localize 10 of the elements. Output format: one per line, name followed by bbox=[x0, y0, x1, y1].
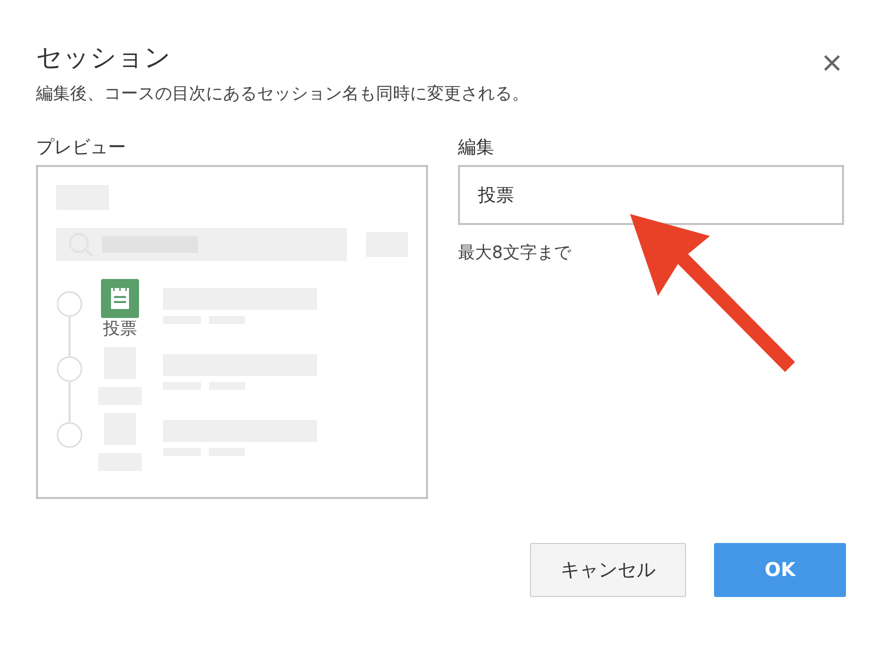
session-label: 投票 bbox=[103, 318, 137, 340]
notepad-icon bbox=[101, 279, 139, 318]
dialog-title: セッション bbox=[36, 42, 172, 75]
cancel-button[interactable]: キャンセル bbox=[530, 543, 686, 597]
close-icon[interactable] bbox=[823, 54, 841, 72]
dialog-description: 編集後、コースの目次にあるセッション名も同時に変更される。 bbox=[36, 83, 529, 105]
session-name-field[interactable]: 投票 bbox=[458, 165, 844, 225]
preview-label: プレビュー bbox=[36, 136, 127, 160]
character-limit-hint: 最大8文字まで bbox=[458, 242, 572, 264]
edit-label: 編集 bbox=[458, 136, 495, 160]
